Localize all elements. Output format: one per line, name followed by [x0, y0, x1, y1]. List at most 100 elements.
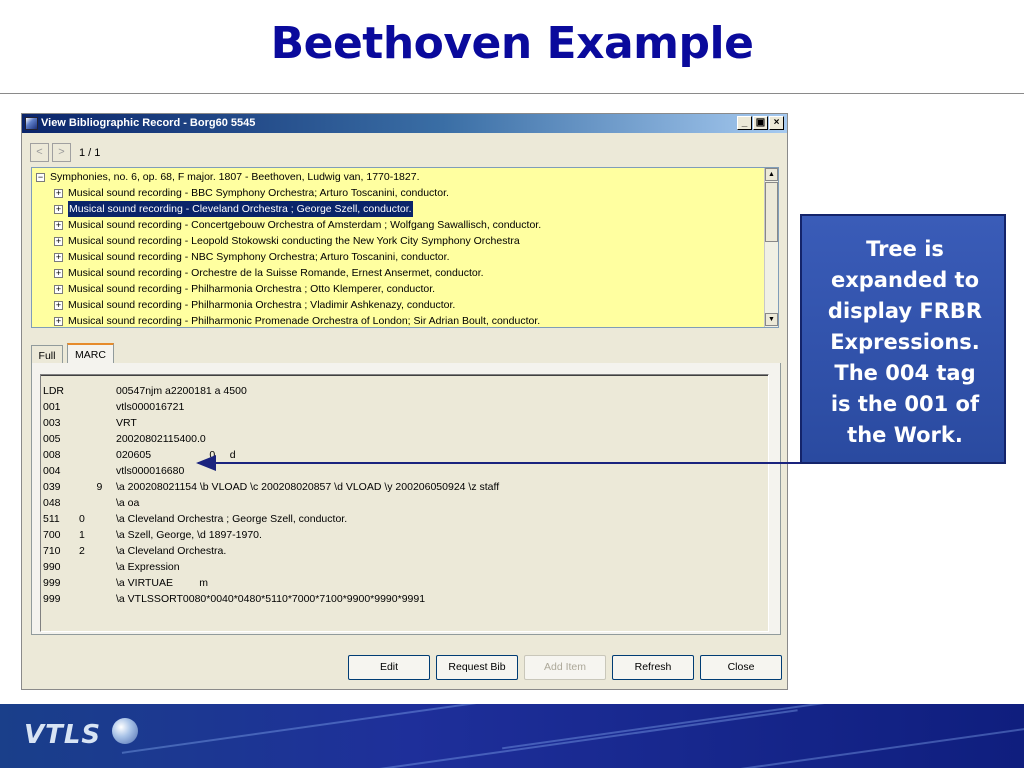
tree-node[interactable]: + Musical sound recording - Philharmonic … [32, 313, 762, 327]
restore-button[interactable]: ▣ [753, 116, 768, 130]
marc-tag: 048 [43, 497, 61, 509]
expand-icon[interactable]: + [54, 269, 63, 278]
marc-tag: 511 [43, 513, 60, 525]
marc-tag: 001 [43, 401, 61, 413]
marc-tag: 008 [43, 449, 61, 461]
marc-field-row: 004 vtls000016680 [41, 463, 761, 479]
globe-icon [112, 718, 138, 744]
marc-indicator: 0 [79, 513, 85, 525]
expand-icon[interactable]: + [54, 253, 63, 262]
tree-node[interactable]: + Musical sound recording - BBC Symphony … [32, 185, 762, 201]
marc-value: 020605 0 d [116, 449, 236, 461]
marc-tag: 999 [43, 577, 61, 589]
marc-value: vtls000016680 [116, 465, 185, 477]
tree-node-label[interactable]: Musical sound recording - Orchestre de l… [68, 265, 484, 281]
marc-value: \a oa [116, 497, 140, 509]
next-record-button[interactable]: > [52, 143, 71, 162]
callout-box: Tree is expanded to display FRBR Express… [800, 214, 1006, 464]
marc-field-row: 990 \a Expression [41, 559, 761, 575]
marc-value: 00547njm a2200181 a 4500 [116, 385, 247, 397]
marc-field-row: 710 2 \a Cleveland Orchestra. [41, 543, 761, 559]
marc-value: \a Cleveland Orchestra. [116, 545, 227, 557]
tree-node[interactable]: + Musical sound recording - Cleveland Orc… [32, 200, 762, 218]
marc-indicator: 9 [79, 481, 103, 493]
tree-scrollbar[interactable]: ▲ ▼ [764, 168, 778, 327]
tree-node-label[interactable]: Musical sound recording - Philharmonia O… [68, 297, 455, 313]
marc-field-row: 700 1 \a Szell, George, \d 1897-1970. [41, 527, 761, 543]
expand-icon[interactable]: + [54, 301, 63, 310]
marc-tag: 005 [43, 433, 61, 445]
expand-icon[interactable]: + [54, 317, 63, 326]
tree-node-label[interactable]: Musical sound recording - Philharmonic P… [68, 313, 540, 327]
marc-record-display[interactable]: LDR 00547njm a2200181 a 4500 001 vtls000016… [40, 374, 769, 632]
tree-node[interactable]: + Musical sound recording - NBC Symphony … [32, 249, 762, 265]
marc-value: vtls000016721 [116, 401, 185, 413]
expand-icon[interactable]: + [54, 221, 63, 230]
window-titlebar[interactable]: View Bibliographic Record - Borg60 5545 … [22, 114, 787, 133]
marc-field-row: 001 vtls000016721 [41, 399, 761, 415]
tree-node-label[interactable]: Symphonies, no. 6, op. 68, F major. 1807… [50, 169, 420, 185]
scroll-down-arrow[interactable]: ▼ [765, 313, 778, 326]
scroll-up-arrow[interactable]: ▲ [765, 168, 778, 181]
add-item-button[interactable]: Add Item [524, 655, 606, 680]
marc-tag: 003 [43, 417, 61, 429]
previous-record-button[interactable]: < [30, 143, 49, 162]
tree-node-label[interactable]: Musical sound recording - Leopold Stokow… [68, 233, 520, 249]
marc-value: \a VTLSSORT0080*0040*0480*5110*7000*7100… [116, 593, 426, 605]
slide-title: Beethoven Example [270, 18, 754, 69]
bib-record-window: View Bibliographic Record - Borg60 5545 … [21, 113, 788, 690]
marc-value: \a Cleveland Orchestra ; George Szell, c… [116, 513, 348, 525]
frbr-tree[interactable]: − Symphonies, no. 6, op. 68, F major. 180… [31, 167, 779, 328]
marc-value: \a Szell, George, \d 1897-1970. [116, 529, 262, 541]
title-divider [0, 93, 1024, 94]
tree-node-label[interactable]: Musical sound recording - NBC Symphony O… [68, 249, 449, 265]
marc-value: \a Expression [116, 561, 180, 573]
expand-icon[interactable]: + [54, 237, 63, 246]
marc-field-row: 008 020605 0 d [41, 447, 761, 463]
vtls-logo: VTLS [24, 720, 102, 750]
tab-full[interactable]: Full [31, 345, 63, 365]
tab-marc[interactable]: MARC [67, 343, 114, 365]
tree-node[interactable]: + Musical sound recording - Concertgebouw… [32, 217, 762, 233]
marc-tag: 700 [43, 529, 61, 541]
tree-node[interactable]: + Musical sound recording - Leopold Stoko… [32, 233, 762, 249]
tree-node-label[interactable]: Musical sound recording - BBC Symphony O… [68, 185, 449, 201]
marc-value: 20020802115400.0 [116, 433, 206, 445]
tree-node-label[interactable]: Musical sound recording - Cleveland Orch… [67, 200, 414, 218]
expand-icon[interactable]: + [54, 285, 63, 294]
tree-node[interactable]: + Musical sound recording - Philharmonia … [32, 281, 762, 297]
minimize-button[interactable]: _ [737, 116, 752, 130]
marc-indicator: 1 [79, 529, 85, 541]
marc-field-row: 048 \a oa [41, 495, 761, 511]
marc-field-row: 511 0 \a Cleveland Orchestra ; George Szel… [41, 511, 761, 527]
tree-root-node[interactable]: − Symphonies, no. 6, op. 68, F major. 180… [32, 169, 762, 185]
tree-node-label[interactable]: Musical sound recording - Concertgebouw … [68, 217, 541, 233]
collapse-icon[interactable]: − [36, 173, 45, 182]
callout-text: Tree is expanded to display FRBR Express… [827, 237, 983, 447]
request-bib-button[interactable]: Request Bib [436, 655, 518, 680]
close-window-button[interactable]: × [769, 116, 784, 130]
edit-button[interactable]: Edit [348, 655, 430, 680]
close-button[interactable]: Close [700, 655, 782, 680]
marc-field-row: 999 \a VIRTUAE m [41, 575, 761, 591]
refresh-button[interactable]: Refresh [612, 655, 694, 680]
tree-node[interactable]: + Musical sound recording - Orchestre de … [32, 265, 762, 281]
footer-banner: VTLS [0, 704, 1024, 768]
expand-icon[interactable]: + [54, 189, 63, 198]
expand-icon[interactable]: + [54, 205, 63, 214]
marc-tag: 004 [43, 465, 61, 477]
marc-field-row: 003 VRT [41, 415, 761, 431]
marc-field-row: 999 \a VTLSSORT0080*0040*0480*5110*7000*7… [41, 591, 761, 607]
marc-tag: 990 [43, 561, 61, 573]
tree-node-label[interactable]: Musical sound recording - Philharmonia O… [68, 281, 435, 297]
marc-tag: 710 [43, 545, 61, 557]
marc-field-row: 005 20020802115400.0 [41, 431, 761, 447]
tree-node[interactable]: + Musical sound recording - Philharmonia … [32, 297, 762, 313]
app-icon [25, 117, 38, 130]
record-counter: 1 / 1 [79, 147, 101, 159]
marc-value: VRT [116, 417, 137, 429]
marc-tag: 039 [43, 481, 61, 493]
scroll-thumb[interactable] [765, 182, 778, 242]
marc-indicator: 2 [79, 545, 85, 557]
window-title: View Bibliographic Record - Borg60 5545 [41, 117, 256, 129]
